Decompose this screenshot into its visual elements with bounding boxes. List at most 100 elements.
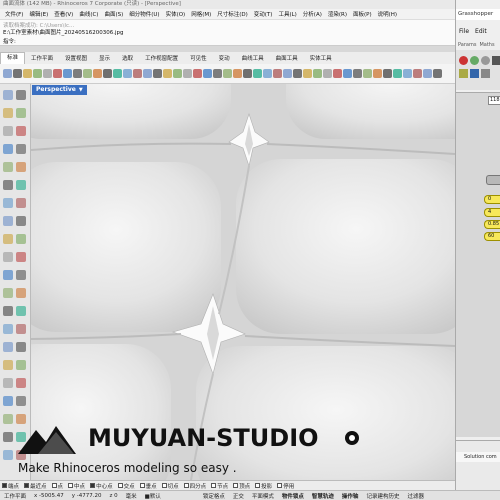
toolbar-tab[interactable]: 标准 xyxy=(0,52,26,64)
toolbar-tool-icon[interactable] xyxy=(433,69,442,78)
menu-item[interactable]: 查看(V) xyxy=(51,10,76,18)
toolbar-tab[interactable]: 显示 xyxy=(93,54,116,62)
toolbar-tool-icon[interactable] xyxy=(373,69,382,78)
osnap-option[interactable]: 点 xyxy=(51,482,63,490)
osnap-checkbox[interactable] xyxy=(211,483,217,488)
left-tool-icon[interactable] xyxy=(16,396,26,406)
left-tool-icon[interactable] xyxy=(16,270,26,280)
toolbar-tab[interactable]: 选取 xyxy=(116,54,139,62)
left-tool-icon[interactable] xyxy=(3,360,13,370)
gh-menu-edit[interactable]: Edit xyxy=(472,26,490,37)
left-tool-icon[interactable] xyxy=(3,342,13,352)
left-tool-icon[interactable] xyxy=(3,288,13,298)
viewport-title[interactable]: Perspective ▼ xyxy=(32,85,87,95)
toolbar-tool-icon[interactable] xyxy=(343,69,352,78)
toolbar-tool-icon[interactable] xyxy=(43,69,52,78)
osnap-option[interactable]: 最近点 xyxy=(24,482,47,490)
component-icon[interactable] xyxy=(459,69,468,78)
status-layer[interactable]: ■默认 xyxy=(141,492,165,500)
component-icon[interactable] xyxy=(470,69,479,78)
osnap-option[interactable]: 停用 xyxy=(277,482,294,490)
left-tool-icon[interactable] xyxy=(16,198,26,208)
menu-item[interactable]: 编辑(E) xyxy=(26,10,51,18)
toolbar-tool-icon[interactable] xyxy=(263,69,272,78)
left-tool-icon[interactable] xyxy=(3,414,13,424)
toolbar-tool-icon[interactable] xyxy=(363,69,372,78)
osnap-checkbox[interactable] xyxy=(51,483,57,488)
left-tool-icon[interactable] xyxy=(3,378,13,388)
left-tool-icon[interactable] xyxy=(3,216,13,226)
left-tool-icon[interactable] xyxy=(3,144,13,154)
toolbar-tool-icon[interactable] xyxy=(243,69,252,78)
toolbar-tool-icon[interactable] xyxy=(93,69,102,78)
toolbar-tab[interactable]: 变动 xyxy=(213,54,236,62)
menu-item[interactable]: 曲面(S) xyxy=(101,10,126,18)
toolbar-tool-icon[interactable] xyxy=(153,69,162,78)
toolbar-tool-icon[interactable] xyxy=(403,69,412,78)
component-icon[interactable] xyxy=(459,56,468,65)
left-tool-icon[interactable] xyxy=(3,90,13,100)
left-tool-icon[interactable] xyxy=(3,198,13,208)
toolbar-tool-icon[interactable] xyxy=(223,69,232,78)
left-tool-icon[interactable] xyxy=(3,324,13,334)
osnap-option[interactable]: 节点 xyxy=(211,482,228,490)
toolbar-tool-icon[interactable] xyxy=(353,69,362,78)
left-tool-icon[interactable] xyxy=(16,162,26,172)
osnap-checkbox[interactable] xyxy=(2,483,7,488)
status-planar[interactable]: 平面模式 xyxy=(248,492,278,500)
osnap-option[interactable]: 四分点 xyxy=(183,482,206,490)
left-tool-icon[interactable] xyxy=(3,108,13,118)
toolbar-tool-icon[interactable] xyxy=(213,69,222,78)
toolbar-tool-icon[interactable] xyxy=(53,69,62,78)
osnap-option[interactable]: 中点 xyxy=(68,482,85,490)
osnap-checkbox[interactable] xyxy=(117,483,123,488)
osnap-option[interactable]: 垂点 xyxy=(139,482,157,490)
left-tool-icon[interactable] xyxy=(16,324,26,334)
toolbar-tool-icon[interactable] xyxy=(253,69,262,78)
left-tool-icon[interactable] xyxy=(16,252,26,262)
toolbar-tool-icon[interactable] xyxy=(113,69,122,78)
menu-item[interactable]: 尺寸标注(D) xyxy=(214,10,251,18)
toolbar-tool-icon[interactable] xyxy=(203,69,212,78)
toolbar-tab[interactable]: 曲线工具 xyxy=(236,54,270,62)
toolbar-tool-icon[interactable] xyxy=(383,69,392,78)
status-gumball[interactable]: 操作轴 xyxy=(338,492,363,500)
osnap-option[interactable]: 交点 xyxy=(117,482,135,490)
left-tool-icon[interactable] xyxy=(16,144,26,154)
toolbar-tool-icon[interactable] xyxy=(13,69,22,78)
toolbar-tab[interactable]: 实体工具 xyxy=(304,54,338,62)
left-tool-icon[interactable] xyxy=(16,108,26,118)
toolbar-tool-icon[interactable] xyxy=(283,69,292,78)
osnap-checkbox[interactable] xyxy=(161,483,167,488)
left-tool-icon[interactable] xyxy=(16,216,26,226)
toolbar-tool-icon[interactable] xyxy=(73,69,82,78)
osnap-checkbox[interactable] xyxy=(139,483,145,488)
toolbar-tool-icon[interactable] xyxy=(103,69,112,78)
menu-item[interactable]: 曲线(C) xyxy=(76,10,101,18)
left-tool-icon[interactable] xyxy=(3,450,13,460)
number-slider[interactable]: 0.85 xyxy=(484,220,500,229)
toolbar-tab[interactable]: 工作平面 xyxy=(25,54,59,62)
toolbar-tab[interactable]: 可见性 xyxy=(184,54,213,62)
osnap-checkbox[interactable] xyxy=(255,483,261,488)
menu-item[interactable]: 渲染(R) xyxy=(325,10,350,18)
toolbar-tool-icon[interactable] xyxy=(23,69,32,78)
status-filter[interactable]: 过滤器 xyxy=(403,492,428,500)
toolbar-tool-icon[interactable] xyxy=(273,69,282,78)
gh-tab-maths[interactable]: Maths xyxy=(479,40,494,50)
toolbar-tool-icon[interactable] xyxy=(333,69,342,78)
osnap-option[interactable]: 顶点 xyxy=(233,482,250,490)
gh-menu-file[interactable]: File xyxy=(456,26,472,37)
menu-item[interactable]: 变动(T) xyxy=(251,10,276,18)
menu-item[interactable]: 说明(H) xyxy=(375,10,400,18)
toolbar-tool-icon[interactable] xyxy=(173,69,182,78)
toolbar-tool-icon[interactable] xyxy=(423,69,432,78)
status-smarttrack[interactable]: 智慧轨迹 xyxy=(308,492,338,500)
left-tool-icon[interactable] xyxy=(16,126,26,136)
toolbar-tool-icon[interactable] xyxy=(123,69,132,78)
left-tool-icon[interactable] xyxy=(3,180,13,190)
toolbar-tab[interactable]: 设置视图 xyxy=(59,54,93,62)
left-tool-icon[interactable] xyxy=(3,234,13,244)
osnap-option[interactable]: 投影 xyxy=(255,482,272,490)
gh-component[interactable] xyxy=(486,175,500,185)
